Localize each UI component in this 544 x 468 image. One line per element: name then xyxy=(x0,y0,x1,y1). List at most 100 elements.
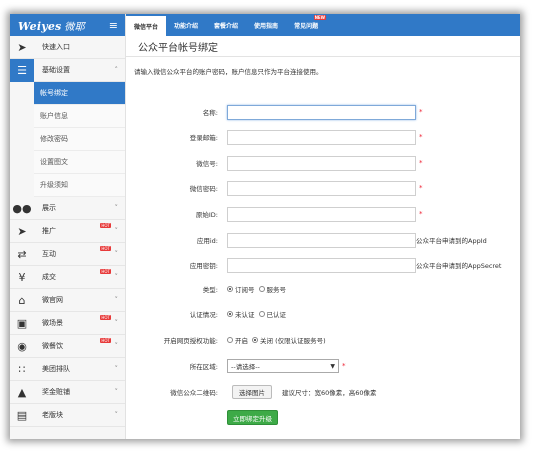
submenu-item-account-info[interactable]: 账户信息 xyxy=(34,105,125,128)
hot-badge: HOT xyxy=(100,223,111,228)
tab-guide[interactable]: 使用指南 xyxy=(246,14,286,36)
sidebar-item-shop[interactable]: ▲ 奖金赃铺 ˅ xyxy=(10,381,125,404)
sidebar-item-label: 互动 xyxy=(42,250,56,258)
region-select[interactable]: --请选择-- ▼ xyxy=(227,359,339,373)
row-qrcode: 微信公众二维码: 选择图片 建议尺寸：宽60像素，高60像素 xyxy=(126,384,520,400)
appid-input[interactable] xyxy=(227,232,416,248)
upload-image-button[interactable]: 选择图片 xyxy=(232,385,272,399)
verify-label: 认证情况: xyxy=(189,311,218,319)
sidebar-item-basic[interactable]: ☰ 基础设置 ˄ xyxy=(10,58,125,82)
sidebar-item-label: 展示 xyxy=(42,204,56,212)
sidebar-item-quick[interactable]: ➤ 快速入口 xyxy=(10,36,125,59)
tab-wechat-platform[interactable]: 微信平台 xyxy=(126,14,167,36)
sidebar-item-interact[interactable]: ⇄ 互动 HOT ˅ xyxy=(10,243,125,266)
row-region: 所在区域: --请选择-- ▼ * xyxy=(126,358,520,374)
submenu-item-change-password[interactable]: 修改密码 xyxy=(34,128,125,151)
qrcode-note: 建议尺寸：宽60像素，高60像素 xyxy=(282,389,377,397)
chevron-up-icon: ˄ xyxy=(114,66,119,74)
origin-id-input[interactable] xyxy=(227,206,416,222)
chevron-down-icon: ˅ xyxy=(114,204,119,212)
chevron-down-icon: ˅ xyxy=(114,227,119,235)
sidebar-item-deal[interactable]: ¥ 成交 HOT ˅ xyxy=(10,266,125,289)
chevron-down-icon: ˅ xyxy=(114,273,119,281)
trophy-icon: ▲ xyxy=(17,385,27,399)
picture-icon: ▣ xyxy=(16,316,28,330)
sidebar-item-label: 推广 xyxy=(42,227,56,235)
radio-oauth-on[interactable]: 开启 xyxy=(227,335,248,345)
rocket-icon: ➤ xyxy=(17,40,27,54)
logo-bar: Weiyes 微耶 ≡ xyxy=(10,14,125,36)
sidebar-item-label: 奖金赃铺 xyxy=(42,388,70,396)
page-title: 公众平台帐号绑定 xyxy=(126,36,520,57)
radio-dot xyxy=(227,311,233,317)
appid-note: 公众平台申请到的AppId xyxy=(416,237,487,245)
wechat-label: 微信号: xyxy=(196,160,218,168)
tab-features[interactable]: 功能介绍 xyxy=(166,14,206,36)
name-label: 名称: xyxy=(202,109,218,117)
row-secret: 应用密钥: 公众平台申请到的AppSecret xyxy=(126,257,520,273)
row-type: 类型: 订阅号 服务号 xyxy=(126,281,520,297)
radio-subscription[interactable]: 订阅号 xyxy=(227,284,255,294)
caret-down-icon: ▼ xyxy=(330,363,335,370)
required-mark: * xyxy=(419,133,423,141)
hot-badge: HOT xyxy=(100,246,111,251)
qrcode-label: 微信公众二维码: xyxy=(170,389,218,397)
sidebar-item-display[interactable]: ●● 展示 ˅ xyxy=(10,197,125,220)
tab-packages[interactable]: 套餐介绍 xyxy=(206,14,246,36)
name-input[interactable] xyxy=(227,104,416,120)
row-name: 名称: * xyxy=(126,104,520,120)
top-nav: 微信平台 功能介绍 套餐介绍 使用指南 常见问题 NEW xyxy=(126,14,520,36)
chevron-down-icon: ˅ xyxy=(114,296,119,304)
submenu-item-account-bind[interactable]: 帐号绑定 xyxy=(34,82,125,105)
hamburger-icon[interactable]: ≡ xyxy=(109,19,118,32)
sidebar-item-scene[interactable]: ▣ 微场景 HOT ˅ xyxy=(10,312,125,335)
list-icon: ☰ xyxy=(10,58,34,82)
sidebar-item-queue[interactable]: ∷ 美团排队 ˅ xyxy=(10,358,125,381)
required-mark: * xyxy=(419,159,423,167)
password-label: 微信密码: xyxy=(189,185,218,193)
wechat-input[interactable] xyxy=(227,155,416,171)
email-label: 登录邮箱: xyxy=(189,134,218,142)
radio-verified[interactable]: 已认证 xyxy=(258,309,286,319)
hot-badge: HOT xyxy=(100,338,111,343)
radio-unverified[interactable]: 未认证 xyxy=(227,309,255,319)
sidebar-item-label: 基础设置 xyxy=(42,66,70,74)
new-badge: NEW xyxy=(313,15,327,20)
required-mark: * xyxy=(419,108,423,116)
sidebar-item-label: 美团排队 xyxy=(42,365,70,373)
sidebar-item-legacy[interactable]: ▤ 老版块 ˅ xyxy=(10,404,125,427)
main-content: 公众平台帐号绑定 请输入微信公众平台的账户密码，账户信息只作为平台连接使用。 名… xyxy=(126,36,520,439)
sidebar-item-website[interactable]: ⌂ 微官网 ˅ xyxy=(10,289,125,312)
secret-input[interactable] xyxy=(227,257,416,273)
oauth-label: 开启网页授权功能: xyxy=(163,337,218,345)
submenu-item-news[interactable]: 设置图文 xyxy=(34,151,125,174)
region-label: 所在区域: xyxy=(189,363,218,371)
row-appid: 应用id: 公众平台申请到的AppId xyxy=(126,232,520,248)
radio-dot xyxy=(258,286,265,292)
bind-upgrade-button[interactable]: 立即绑定升级 xyxy=(227,410,278,425)
origin-id-label: 原始ID: xyxy=(195,211,218,219)
chevron-down-icon: ˅ xyxy=(114,388,119,396)
radio-oauth-off[interactable]: 关闭 (仅限认证服务号) xyxy=(252,335,326,345)
sidebar-item-promote[interactable]: ➤ 推广 HOT ˅ xyxy=(10,220,125,243)
radio-service[interactable]: 服务号 xyxy=(258,284,286,294)
required-mark: * xyxy=(419,184,423,192)
row-password: 微信密码: * xyxy=(126,180,520,196)
sidebar-item-catering[interactable]: ◉ 微餐饮 HOT ˅ xyxy=(10,335,125,358)
chevron-down-icon: ˅ xyxy=(114,365,119,373)
row-origin-id: 原始ID: * xyxy=(126,206,520,222)
logo[interactable]: Weiyes 微耶 xyxy=(18,18,85,33)
shuffle-icon: ⇄ xyxy=(17,247,27,261)
sidebar-item-label: 微场景 xyxy=(42,319,63,327)
chevron-down-icon: ˅ xyxy=(114,342,119,350)
radio-dot xyxy=(258,311,265,317)
yen-icon: ¥ xyxy=(18,270,26,284)
email-input[interactable] xyxy=(227,129,416,145)
type-label: 类型: xyxy=(202,286,218,294)
secret-note: 公众平台申请到的AppSecret xyxy=(416,262,502,270)
submenu-item-upgrade[interactable]: 升级须知 xyxy=(34,174,125,197)
password-input[interactable] xyxy=(227,180,416,196)
row-wechat: 微信号: * xyxy=(126,155,520,171)
tab-faq[interactable]: 常见问题 NEW xyxy=(286,14,327,36)
app-window: Weiyes 微耶 ≡ ➤ 快速入口 ☰ 基础设置 ˄ 帐号绑定 账户信息 修改密… xyxy=(10,14,520,439)
